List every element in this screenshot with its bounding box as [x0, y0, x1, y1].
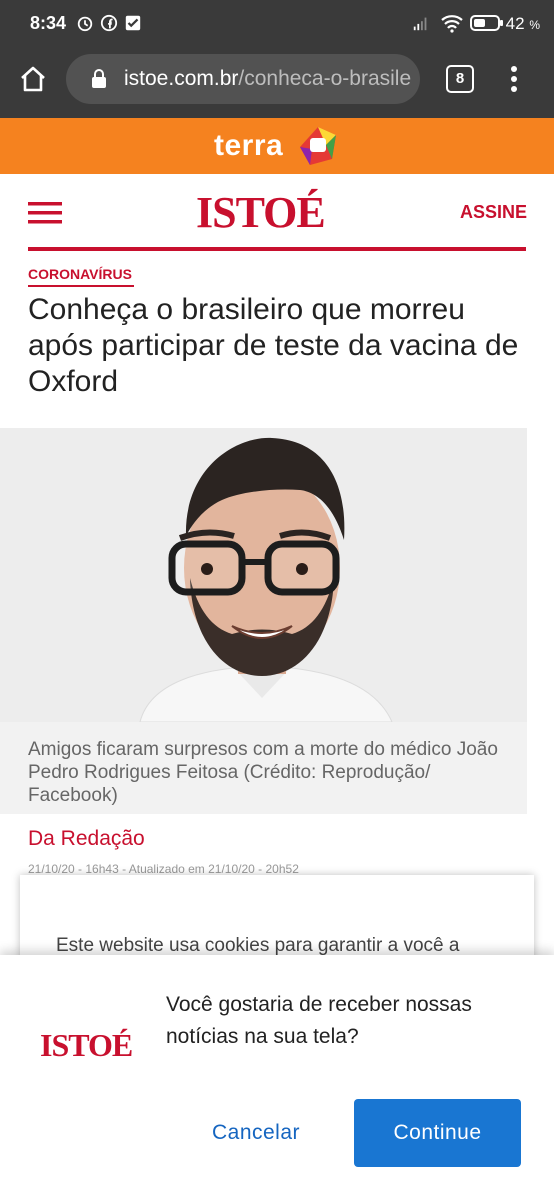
signal-icon	[413, 17, 427, 31]
photo-caption: Amigos ficaram surpresos com a morte do …	[28, 739, 498, 806]
portrait-illustration	[0, 428, 527, 722]
wifi-icon	[441, 15, 463, 33]
battery-percentage: 42 %	[506, 14, 540, 34]
article-title: Conheça o brasileiro que morreu após par…	[28, 293, 519, 398]
alarm-icon	[77, 16, 93, 32]
photo-caption-box: Amigos ficaram surpresos com a morte do …	[0, 722, 527, 814]
article-photo	[0, 428, 527, 722]
battery-icon	[470, 15, 503, 31]
dialog-question: Você gostaria de receber nossas notícias…	[166, 993, 472, 1048]
terra-wordmark: terra	[214, 129, 284, 162]
home-icon[interactable]	[18, 64, 48, 94]
tab-switcher-button[interactable]: 8	[446, 65, 474, 93]
facebook-icon	[100, 14, 118, 32]
url-domain: istoe.com.br	[124, 67, 239, 90]
category-label[interactable]: CORONAVÍRUS	[28, 266, 132, 282]
status-bar: 8:34 42 %	[0, 0, 554, 48]
continue-button[interactable]: Continue	[354, 1099, 521, 1167]
article-date: 21/10/20 - 16h43 - Atualizado em 21/10/2…	[28, 862, 299, 876]
cookie-text: Este website usa cookies para garantir a…	[56, 935, 460, 956]
subscribe-link[interactable]: ASSINE	[460, 202, 527, 223]
menu-icon[interactable]	[28, 202, 62, 224]
lock-icon	[92, 69, 106, 88]
category-underline	[28, 285, 134, 287]
tab-count: 8	[455, 70, 465, 87]
dialog-logo: ISTOÉ	[40, 1027, 133, 1063]
cancel-button[interactable]: Cancelar	[196, 1105, 316, 1161]
url-text[interactable]: istoe.com.br/conheca-o-brasile	[124, 67, 414, 91]
status-time: 8:34	[30, 13, 67, 33]
address-bar[interactable]: istoe.com.br/conheca-o-brasile	[66, 54, 420, 104]
url-path: /conheca-o-brasile	[238, 67, 412, 90]
article-author[interactable]: Da Redação	[28, 827, 145, 851]
battery-value: 42	[505, 14, 525, 33]
overflow-menu-icon[interactable]	[508, 64, 520, 94]
header-divider	[28, 247, 526, 251]
browser-toolbar: istoe.com.br/conheca-o-brasile 8	[0, 48, 554, 118]
terra-logo-icon	[300, 127, 336, 165]
push-notification-dialog: ISTOÉ Você gostaria de receber nossas no…	[0, 955, 554, 1200]
terra-banner[interactable]: terra	[0, 118, 554, 174]
check-box-icon	[125, 15, 141, 31]
istoe-logo[interactable]: ISTOÉ	[196, 187, 326, 238]
battery-unit: %	[529, 18, 540, 32]
